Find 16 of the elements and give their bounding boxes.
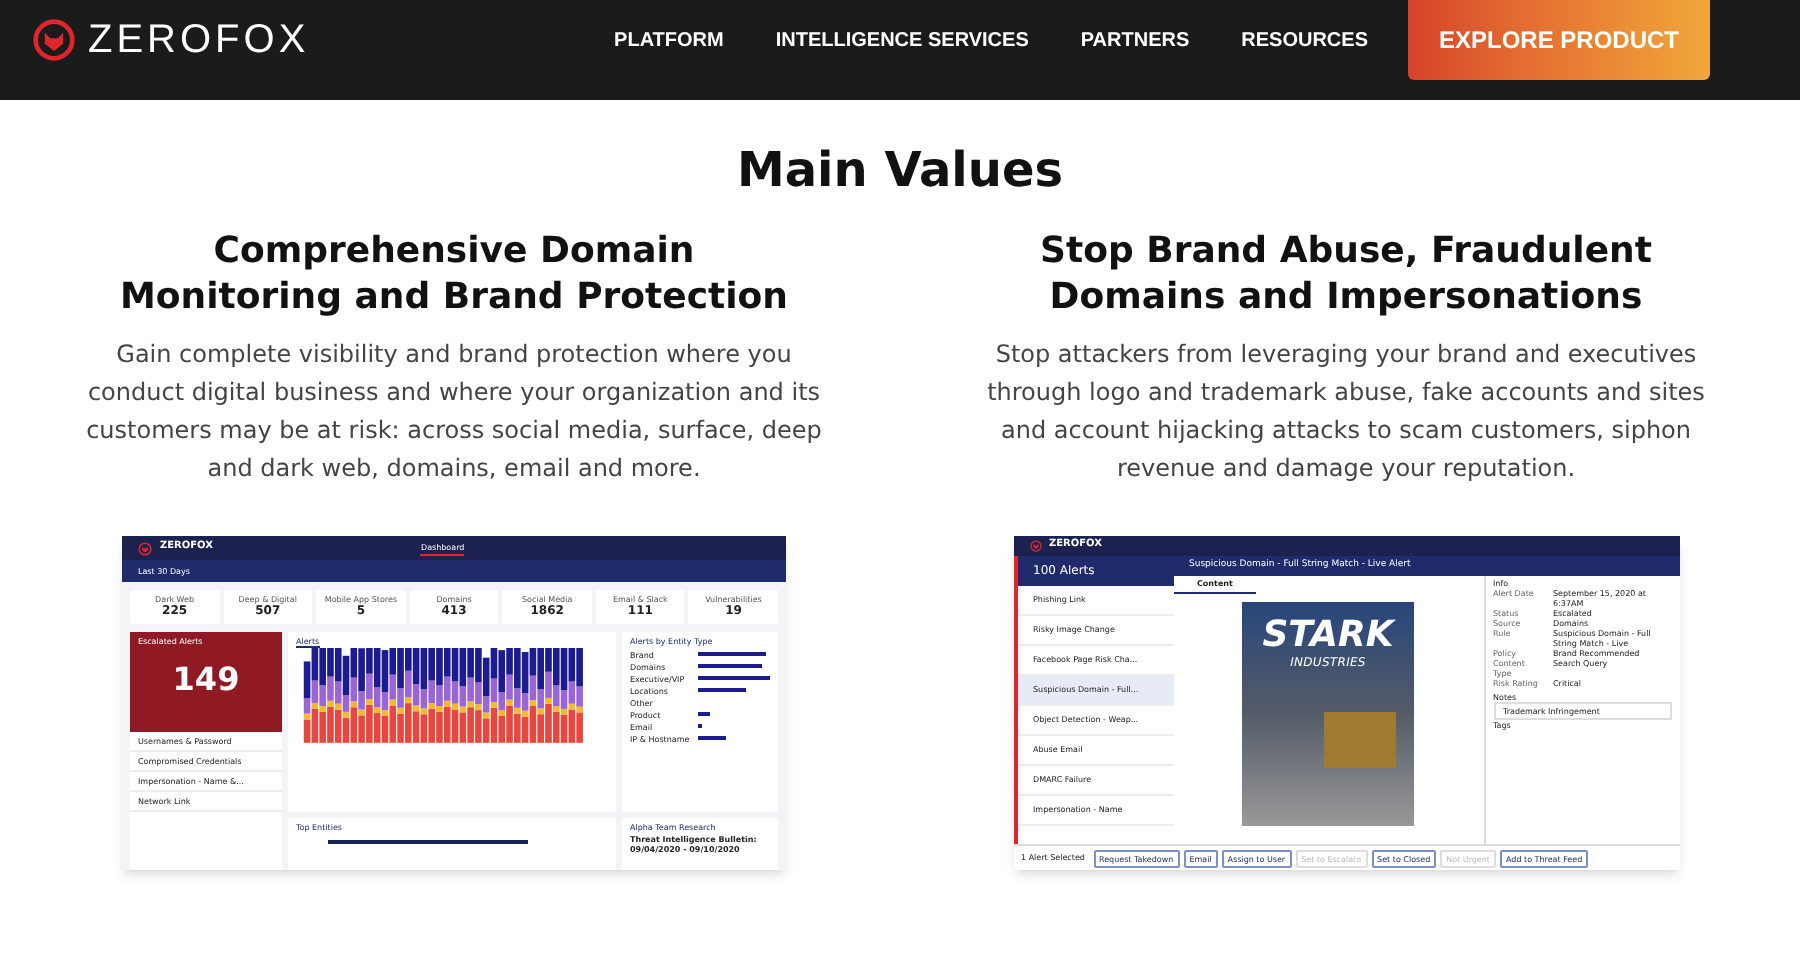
site-logo-text: STARK xyxy=(1262,618,1394,654)
alert-count: 149 xyxy=(172,658,240,702)
fox-logo-icon xyxy=(138,541,152,555)
column-heading: Comprehensive Domain Monitoring and Brand Protection xyxy=(118,228,790,320)
nav-link[interactable]: PARTNERS xyxy=(1080,25,1190,55)
nav-link[interactable]: PLATFORM xyxy=(614,25,724,55)
column-description: Gain complete visibility and brand protection where you conduct digital business and where your organization and its customers may be at risk: across social media, surface, deep and dark web, domains, email and more. xyxy=(84,338,824,486)
section-title: Main Values xyxy=(734,140,1066,200)
fox-logo-icon xyxy=(1029,540,1041,552)
column-heading: Stop Brand Abuse, Fraudulent Domains and Impersonations xyxy=(1038,228,1654,320)
column-description: Stop attackers from leveraging your brand and executives through logo and trademark abuse, fake accounts and sites and account hijacking attacks to scam customers, siphon revenue and damage your reputation. xyxy=(985,338,1707,486)
fox-logo-icon xyxy=(32,18,76,62)
site-logo[interactable]: ZEROFOX xyxy=(88,10,310,70)
nav-link[interactable]: INTELLIGENCE SERVICES xyxy=(775,25,1029,55)
photo-placeholder xyxy=(1324,712,1396,768)
nav-link[interactable]: RESOURCES xyxy=(1241,25,1368,55)
